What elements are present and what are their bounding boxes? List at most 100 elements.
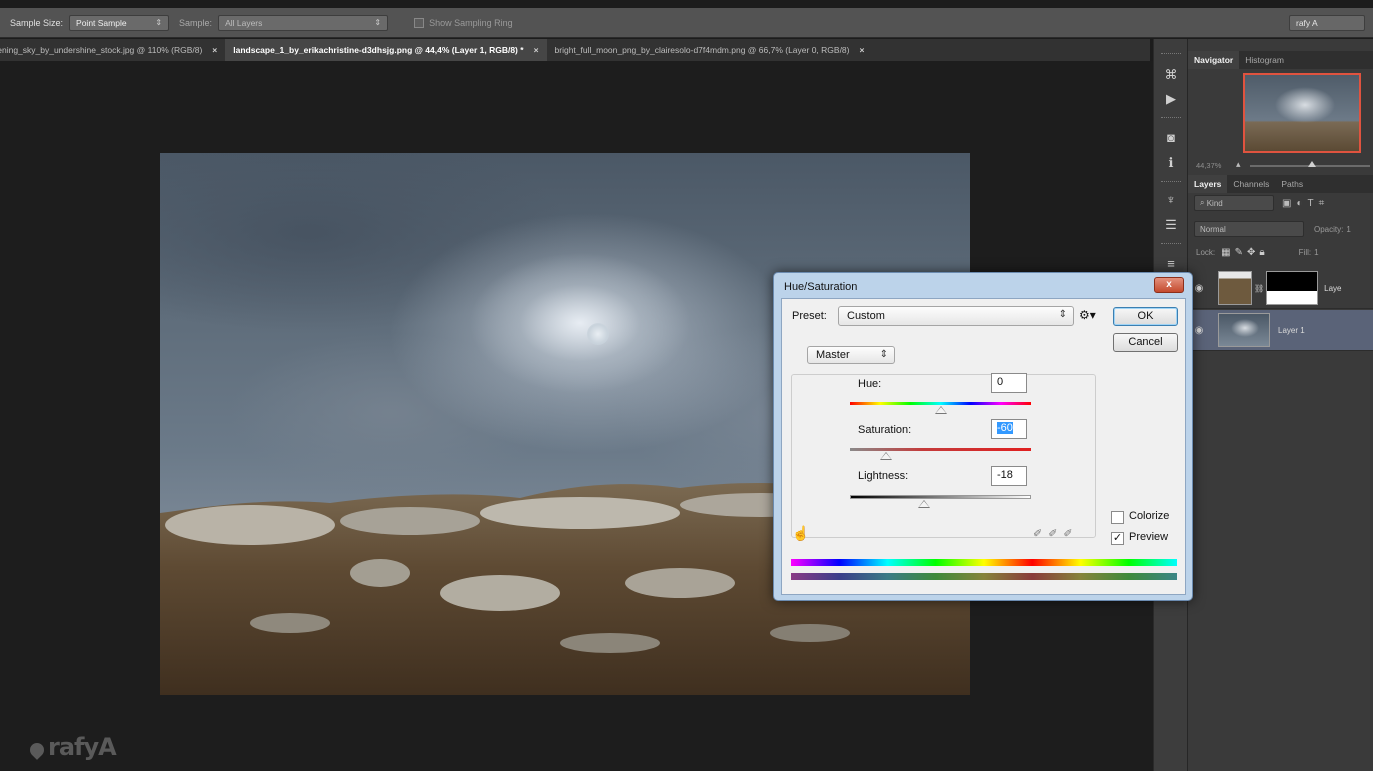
sampling-ring-checkbox[interactable] (414, 17, 425, 28)
channel-value: Master (816, 349, 850, 361)
layer-row[interactable]: ◉ ⛓ Laye (1188, 268, 1373, 309)
close-tab-icon[interactable]: × (534, 45, 539, 55)
sample-size-select[interactable]: Point Sample ⇕ (69, 14, 170, 31)
tab-evening-sky[interactable]: vening_sky_by_undershine_stock.jpg @ 110… (0, 39, 225, 61)
tab-layers[interactable]: Layers (1188, 175, 1228, 193)
saturation-label: Saturation: (858, 424, 912, 436)
tab-label: vening_sky_by_undershine_stock.jpg @ 110… (0, 45, 203, 55)
zoom-out-icon[interactable]: ▴ (1236, 159, 1241, 170)
layer-comps-icon[interactable]: ◙ (1154, 125, 1188, 149)
hue-saturation-dialog: Hue/Saturation x Preset: Custom ⇕ ⚙▾ OK … (773, 272, 1193, 601)
watermark-text: rafyA (48, 733, 117, 761)
sample-size-value: Point Sample (76, 17, 127, 28)
actions-play-icon[interactable]: ▶ (1154, 87, 1188, 111)
lock-label: Lock: (1196, 248, 1216, 257)
navigator-tabs: Navigator Histogram (1188, 51, 1373, 69)
right-panels: Navigator Histogram 44,37% ▴ Layers Chan… (1187, 39, 1373, 771)
navigator-zoom-slider[interactable] (1250, 161, 1370, 167)
opacity-label: Opacity: (1314, 224, 1344, 234)
history-icon[interactable]: ⌘ (1154, 63, 1188, 87)
photoshop-window: Sample Size: Point Sample ⇕ Sample: All … (0, 0, 1373, 771)
logo-drop-icon (27, 740, 47, 760)
saturation-value: -60 (997, 422, 1013, 434)
saturation-slider[interactable] (850, 448, 1031, 460)
layer-name: Laye (1324, 283, 1342, 293)
adjustments-icon[interactable]: ☰ (1154, 213, 1188, 237)
eyedropper-icons[interactable]: ✐✐✐ (1033, 527, 1079, 540)
tab-paths[interactable]: Paths (1275, 175, 1309, 193)
document-tabs: vening_sky_by_undershine_stock.jpg @ 110… (0, 39, 1150, 61)
select-arrow-icon: ⇕ (1058, 309, 1067, 320)
kind-filter[interactable]: ⌕ Kind (1194, 195, 1274, 211)
tab-histogram[interactable]: Histogram (1239, 51, 1290, 69)
fill-value[interactable]: 1 (1314, 248, 1318, 257)
lightness-slider-thumb[interactable] (918, 500, 931, 508)
preset-options-icon[interactable]: ⚙▾ (1079, 308, 1096, 322)
preview-checkbox[interactable]: ✓ (1111, 532, 1124, 545)
layer-row-selected[interactable]: ◉ Layer 1 (1188, 310, 1373, 351)
tab-landscape[interactable]: landscape_1_by_erikachristine-d3dhsjg.pn… (225, 39, 547, 61)
tab-label: bright_full_moon_png_by_clairesolo-d7f4m… (554, 45, 850, 55)
hand-icon[interactable]: ☝ (792, 525, 809, 542)
sample-value: All Layers (225, 17, 263, 28)
filter-row: ⌕ Kind ▣◐T⌗ (1188, 195, 1373, 211)
dock-grip (1161, 117, 1181, 120)
output-color-bar (791, 573, 1177, 580)
filter-type-icons[interactable]: ▣◐T⌗ (1282, 198, 1329, 209)
select-arrow-icon: ⇕ (155, 18, 163, 27)
saturation-slider-thumb[interactable] (880, 452, 893, 460)
tab-navigator[interactable]: Navigator (1188, 51, 1240, 69)
select-arrow-icon: ⇕ (879, 349, 888, 360)
ok-button[interactable]: OK (1113, 307, 1178, 326)
dock-grip (1161, 243, 1181, 246)
blend-mode-value: Normal (1200, 224, 1226, 234)
hue-input[interactable]: 0 (991, 373, 1027, 393)
fill-label: Fill: (1298, 248, 1312, 257)
lock-row: Lock: ▦✎✥🔒︎ Fill: 1 (1188, 247, 1373, 258)
navigator-zoom[interactable]: 44,37% (1196, 161, 1221, 170)
saturation-input[interactable]: -60 (991, 419, 1027, 439)
close-button[interactable]: x (1154, 277, 1184, 293)
layer-thumbnail (1218, 313, 1270, 347)
preview-label: Preview (1129, 531, 1169, 543)
hue-value: 0 (997, 376, 1004, 388)
dock-grip (1161, 53, 1181, 56)
close-tab-icon[interactable]: × (212, 45, 217, 55)
dialog-title: Hue/Saturation (784, 281, 858, 293)
link-icon: ⛓ (1254, 283, 1265, 293)
preset-select[interactable]: Custom ⇕ (838, 306, 1074, 326)
cancel-button[interactable]: Cancel (1113, 333, 1178, 352)
sample-size-label: Sample Size: (10, 17, 64, 28)
sample-select[interactable]: All Layers ⇕ (218, 14, 389, 31)
tool-presets-icon[interactable]: ♆ (1154, 187, 1188, 211)
close-tab-icon[interactable]: × (860, 45, 865, 55)
adjustment-group (791, 374, 1096, 538)
lightness-slider[interactable] (850, 495, 1031, 508)
select-arrow-icon: ⇕ (374, 18, 382, 27)
kind-label: Kind (1206, 198, 1223, 208)
layer-mask-thumbnail[interactable] (1266, 271, 1319, 305)
slider-knob[interactable] (1308, 161, 1316, 167)
info-icon[interactable]: ℹ (1154, 151, 1188, 175)
dock-grip (1161, 181, 1181, 184)
layer-thumbnail (1218, 271, 1252, 305)
preset-value: Custom (847, 310, 885, 322)
blend-row: Normal Opacity: 1 (1188, 221, 1373, 237)
tab-channels[interactable]: Channels (1227, 175, 1275, 193)
layers-tabs: Layers Channels Paths (1188, 175, 1373, 193)
tab-full-moon[interactable]: bright_full_moon_png_by_clairesolo-d7f4m… (547, 39, 873, 61)
lock-icons[interactable]: ▦✎✥🔒︎ (1221, 247, 1269, 258)
opacity-value[interactable]: 1 (1346, 225, 1350, 234)
hue-slider-thumb[interactable] (934, 406, 947, 414)
input-color-bar (791, 559, 1177, 566)
navigator-preview[interactable] (1243, 73, 1361, 153)
blend-mode-select[interactable]: Normal (1194, 221, 1304, 237)
user-menu[interactable]: rafy A (1289, 15, 1365, 31)
colorize-checkbox[interactable]: ✓ (1111, 511, 1124, 524)
channel-select[interactable]: Master ⇕ (807, 346, 895, 364)
hue-slider[interactable] (850, 402, 1031, 414)
lightness-input[interactable]: -18 (991, 466, 1027, 486)
layer-name: Layer 1 (1278, 325, 1305, 335)
search-icon: ⌕ (1200, 198, 1207, 207)
dialog-body: Preset: Custom ⇕ ⚙▾ OK Cancel Master ⇕ H… (781, 298, 1186, 595)
